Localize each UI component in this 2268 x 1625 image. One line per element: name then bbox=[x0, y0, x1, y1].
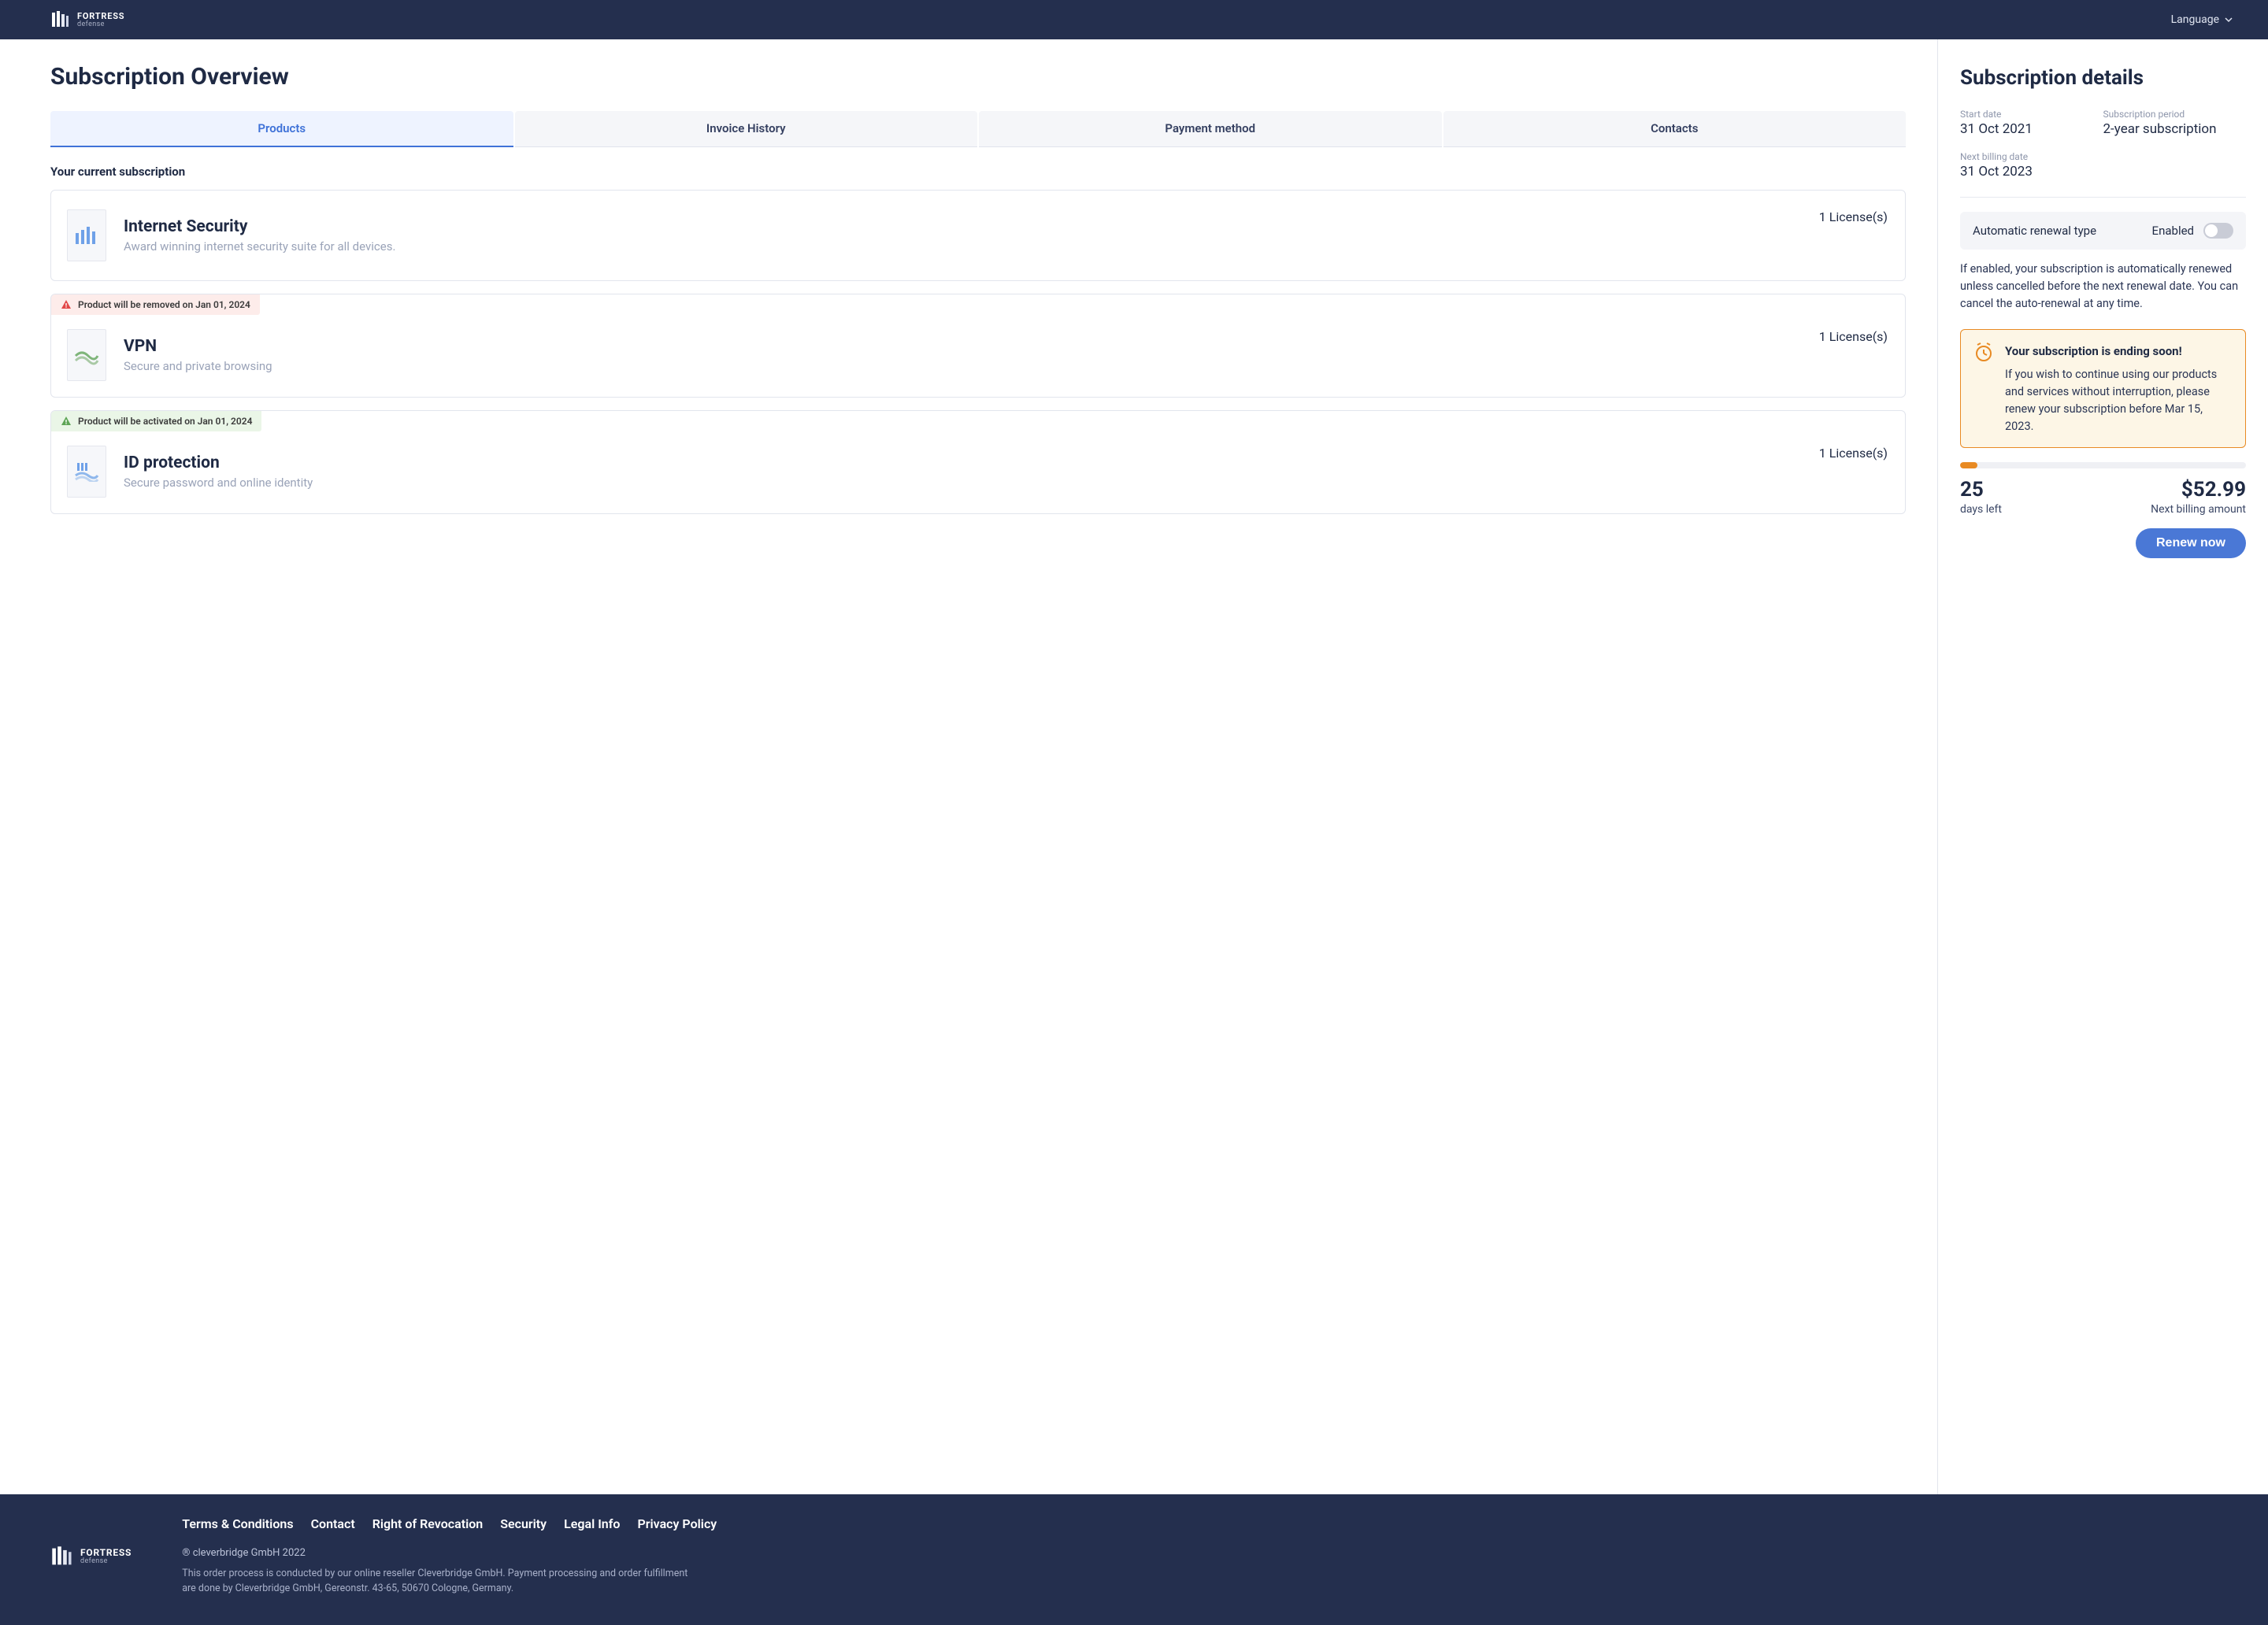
product-banner-text: Product will be removed on Jan 01, 2024 bbox=[78, 299, 250, 310]
days-left-progress bbox=[1960, 462, 2246, 468]
language-label: Language bbox=[2171, 13, 2219, 26]
product-banner-ok: Product will be activated on Jan 01, 202… bbox=[51, 411, 261, 431]
product-title: ID protection bbox=[124, 453, 1802, 472]
chevron-down-icon bbox=[2224, 15, 2233, 24]
days-left-value: 25 bbox=[1960, 479, 2002, 500]
next-billing-amount: $52.99 bbox=[2151, 479, 2246, 500]
product-licenses: 1 License(s) bbox=[1819, 329, 1888, 344]
alert-text: If you wish to continue using our produc… bbox=[2005, 366, 2233, 435]
footer-links: Terms & Conditions Contact Right of Revo… bbox=[182, 1516, 717, 1531]
product-boxart-icon bbox=[67, 329, 106, 381]
product-card: Internet Security Award winning internet… bbox=[50, 190, 1906, 281]
footer-legal: This order process is conducted by our o… bbox=[182, 1567, 702, 1597]
product-card: Product will be removed on Jan 01, 2024 … bbox=[50, 294, 1906, 398]
product-banner-text: Product will be activated on Jan 01, 202… bbox=[78, 416, 252, 427]
brand-subname: defense bbox=[80, 1557, 132, 1565]
fortress-logo-icon bbox=[50, 9, 71, 30]
alert-title: Your subscription is ending soon! bbox=[2005, 344, 2233, 358]
subscription-details-panel: Subscription details Start date 31 Oct 2… bbox=[1937, 39, 2268, 1494]
fortress-logo-icon bbox=[50, 1545, 74, 1568]
product-desc: Secure and private browsing bbox=[124, 359, 1802, 373]
footer-link-security[interactable]: Security bbox=[500, 1516, 547, 1531]
footer-link-legal[interactable]: Legal Info bbox=[564, 1516, 620, 1531]
language-selector[interactable]: Language bbox=[2171, 13, 2233, 26]
details-title: Subscription details bbox=[1960, 66, 2246, 90]
tabs: Products Invoice History Payment method … bbox=[50, 111, 1906, 147]
page-title: Subscription Overview bbox=[50, 63, 1906, 91]
footer: FORTRESS defense Terms & Conditions Cont… bbox=[0, 1494, 2268, 1625]
start-date-label: Start date bbox=[1960, 109, 2103, 120]
auto-renewal-label: Automatic renewal type bbox=[1973, 224, 2096, 238]
footer-link-privacy[interactable]: Privacy Policy bbox=[637, 1516, 717, 1531]
tab-products[interactable]: Products bbox=[50, 111, 513, 147]
next-billing-label: Next billing date bbox=[1960, 151, 2103, 162]
product-card: Product will be activated on Jan 01, 202… bbox=[50, 410, 1906, 514]
product-desc: Award winning internet security suite fo… bbox=[124, 239, 1802, 254]
auto-renewal-note: If enabled, your subscription is automat… bbox=[1960, 261, 2246, 312]
tab-invoice-history[interactable]: Invoice History bbox=[515, 111, 978, 147]
main-content: Subscription Overview Products Invoice H… bbox=[0, 39, 1937, 1494]
product-banner-warn: Product will be removed on Jan 01, 2024 bbox=[51, 294, 260, 315]
tab-contacts[interactable]: Contacts bbox=[1443, 111, 1907, 147]
progress-fill bbox=[1960, 462, 1977, 468]
footer-copyright: ® cleverbridge GmbH 2022 bbox=[182, 1547, 717, 1559]
product-desc: Secure password and online identity bbox=[124, 476, 1802, 490]
products-heading: Your current subscription bbox=[50, 165, 1906, 179]
success-triangle-icon bbox=[61, 416, 72, 427]
renewal-alert: Your subscription is ending soon! If you… bbox=[1960, 329, 2246, 448]
footer-link-revocation[interactable]: Right of Revocation bbox=[372, 1516, 484, 1531]
brand-logo[interactable]: FORTRESS defense bbox=[50, 9, 124, 30]
product-boxart-icon bbox=[67, 446, 106, 498]
days-left-label: days left bbox=[1960, 503, 2002, 516]
auto-renewal-state: Enabled bbox=[2152, 224, 2194, 238]
footer-link-contact[interactable]: Contact bbox=[311, 1516, 355, 1531]
renew-now-button[interactable]: Renew now bbox=[2136, 528, 2246, 558]
period-label: Subscription period bbox=[2103, 109, 2247, 120]
tab-payment-method[interactable]: Payment method bbox=[979, 111, 1442, 147]
start-date-value: 31 Oct 2021 bbox=[1960, 121, 2103, 137]
product-licenses: 1 License(s) bbox=[1819, 446, 1888, 461]
product-title: VPN bbox=[124, 337, 1802, 356]
brand-subname: defense bbox=[77, 20, 124, 28]
next-billing-amount-label: Next billing amount bbox=[2151, 503, 2246, 516]
brand-name: FORTRESS bbox=[80, 1547, 132, 1558]
warning-triangle-icon bbox=[61, 299, 72, 310]
auto-renewal-toggle[interactable] bbox=[2203, 223, 2233, 239]
footer-link-terms[interactable]: Terms & Conditions bbox=[182, 1516, 293, 1531]
footer-brand-logo[interactable]: FORTRESS defense bbox=[50, 1516, 132, 1597]
next-billing-value: 31 Oct 2023 bbox=[1960, 164, 2103, 180]
topbar: FORTRESS defense Language bbox=[0, 0, 2268, 39]
product-licenses: 1 License(s) bbox=[1819, 209, 1888, 224]
auto-renewal-box: Automatic renewal type Enabled bbox=[1960, 212, 2246, 250]
clock-alert-icon bbox=[1973, 342, 1994, 435]
product-title: Internet Security bbox=[124, 217, 1802, 236]
product-boxart-icon bbox=[67, 209, 106, 261]
period-value: 2-year subscription bbox=[2103, 121, 2247, 137]
